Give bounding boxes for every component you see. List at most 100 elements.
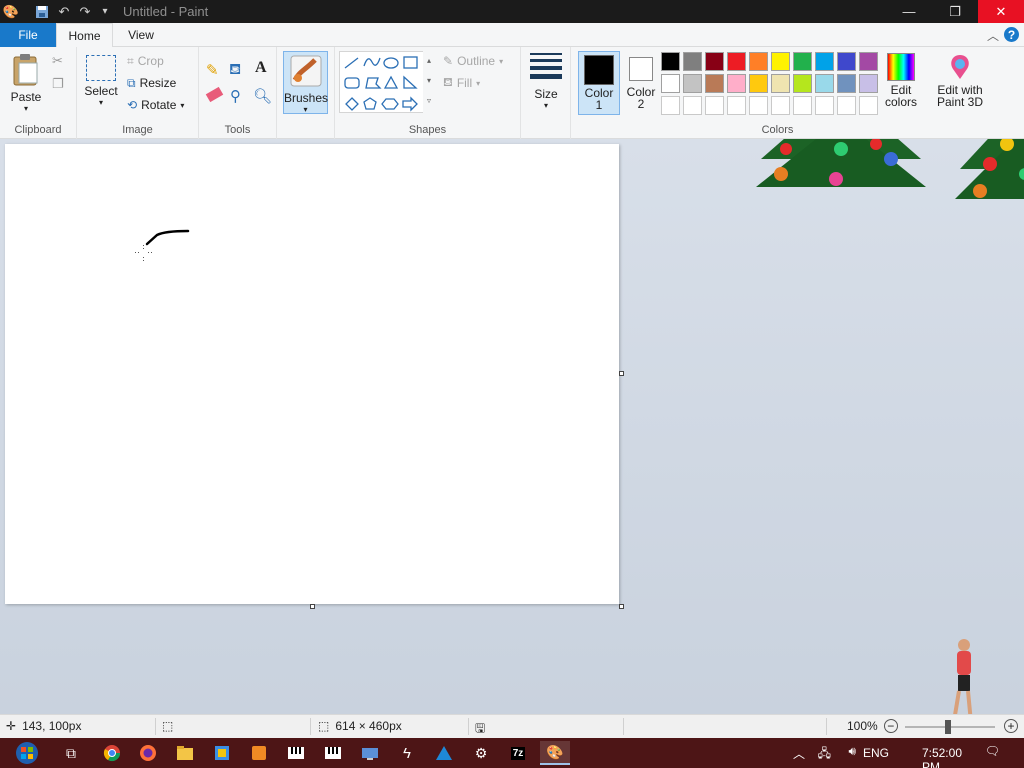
crop-button[interactable]: ⌗ Crop [127, 51, 164, 71]
resize-handle-bottom[interactable] [310, 604, 315, 609]
paint-app-icon[interactable]: 🎨 [2, 3, 20, 20]
shapes-scroll[interactable]: ▴ ▾ ▿ [423, 51, 435, 113]
palette-swatch[interactable] [683, 52, 702, 71]
palette-swatch[interactable] [705, 74, 724, 93]
file-explorer-icon[interactable] [170, 741, 200, 765]
show-hidden-icons-icon[interactable]: ︿ [793, 745, 805, 762]
paint-taskbar-icon[interactable]: 🎨 [540, 741, 570, 765]
pencil-icon[interactable]: ✎ [206, 61, 219, 79]
maximize-button[interactable]: ❐ [932, 0, 978, 23]
network-app-icon[interactable] [355, 741, 385, 765]
tab-view[interactable]: View [118, 23, 164, 47]
triangle-shape-icon [383, 75, 399, 89]
drawing-canvas[interactable] [5, 144, 619, 604]
palette-swatch[interactable] [815, 74, 834, 93]
cursor-position-text: 143, 100px [22, 719, 82, 733]
7zip-icon[interactable]: 7z [503, 741, 533, 765]
edit-colors-button[interactable]: Edit colors [881, 51, 921, 108]
zoom-in-button[interactable]: + [1004, 719, 1018, 733]
size-button[interactable]: Size ▾ [526, 53, 566, 110]
brushes-button[interactable]: Brushes ▾ [283, 51, 328, 114]
palette-swatch[interactable] [749, 52, 768, 71]
palette-swatch[interactable] [793, 74, 812, 93]
resize-handle-corner[interactable] [619, 604, 624, 609]
edit-with-paint3d-button[interactable]: Edit with Paint 3D [931, 51, 989, 108]
piano-icon[interactable] [281, 741, 311, 765]
text-tool-icon[interactable]: A [255, 59, 267, 77]
triangle-app-icon[interactable] [429, 741, 459, 765]
volume-icon[interactable]: 🔊︎ [848, 744, 856, 759]
zoom-slider-thumb[interactable] [945, 720, 951, 734]
palette-swatch[interactable] [837, 52, 856, 71]
palette-swatch-empty[interactable] [771, 96, 790, 115]
palette-swatch[interactable] [815, 52, 834, 71]
palette-swatch[interactable] [837, 74, 856, 93]
start-button[interactable] [10, 741, 44, 765]
palette-swatch[interactable] [661, 74, 680, 93]
help-icon[interactable]: ? [1004, 27, 1019, 42]
palette-swatch-empty[interactable] [749, 96, 768, 115]
clock[interactable]: 7:52:00 PM [922, 746, 962, 768]
palette-swatch[interactable] [771, 74, 790, 93]
palette-swatch[interactable] [859, 52, 878, 71]
cut-icon[interactable]: ✂ [52, 53, 63, 69]
palette-swatch[interactable] [683, 74, 702, 93]
close-button[interactable]: ✕ [978, 0, 1024, 23]
eraser-icon[interactable] [205, 86, 224, 103]
palette-swatch-empty[interactable] [661, 96, 680, 115]
paste-button[interactable]: Paste ▾ [6, 53, 46, 113]
minimize-button[interactable]: — [886, 0, 932, 23]
settings-gear-icon[interactable]: ⚙ [466, 741, 496, 765]
palette-swatch-empty[interactable] [859, 96, 878, 115]
resize-button[interactable]: ⧉ Resize [127, 73, 176, 93]
status-bar: ✛ 143, 100px ⬚ ⬚ 614 × 460px 🖫 100% − + [0, 714, 1024, 738]
resize-handle-right[interactable] [619, 371, 624, 376]
palette-swatch-empty[interactable] [793, 96, 812, 115]
lightning-app-icon[interactable]: ϟ [392, 741, 422, 765]
color1-button[interactable]: Color 1 [578, 51, 620, 115]
line-shape-icon [344, 57, 359, 69]
color-picker-icon[interactable]: ⚲ [230, 87, 241, 105]
tab-home[interactable]: Home [56, 23, 113, 48]
save-icon[interactable] [33, 3, 51, 20]
palette-swatch[interactable] [705, 52, 724, 71]
language-indicator[interactable]: ENG [863, 746, 889, 760]
control-panel-icon[interactable] [207, 741, 237, 765]
palette-swatch-empty[interactable] [727, 96, 746, 115]
customize-quick-access-icon[interactable]: ▾ [96, 3, 114, 20]
tab-file[interactable]: File [0, 23, 56, 47]
palette-swatch[interactable] [859, 74, 878, 93]
fill-bucket-icon[interactable]: ⛾ [229, 61, 241, 80]
canvas-size-text: 614 × 460px [335, 719, 402, 733]
firefox-icon[interactable] [133, 741, 163, 765]
palette-swatch[interactable] [661, 52, 680, 71]
fill-button[interactable]: ⛾ Fill ▾ [443, 73, 480, 93]
piano-icon-2[interactable] [318, 741, 348, 765]
network-icon[interactable]: 🖧 [818, 744, 831, 765]
palette-swatch-empty[interactable] [705, 96, 724, 115]
palette-swatch[interactable] [793, 52, 812, 71]
palette-swatch[interactable] [771, 52, 790, 71]
action-center-icon[interactable]: 🗨 [985, 744, 1000, 758]
zoom-out-button[interactable]: − [883, 719, 898, 733]
magnifier-icon[interactable]: 🔍︎ [253, 87, 272, 105]
palette-swatch[interactable] [727, 74, 746, 93]
outline-button[interactable]: ✎ Outline ▾ [443, 51, 503, 71]
redo-icon[interactable]: ↷ [76, 3, 94, 20]
collapse-ribbon-icon[interactable]: ︿ [985, 27, 1001, 43]
shapes-gallery [339, 51, 435, 113]
palette-swatch-empty[interactable] [815, 96, 834, 115]
color2-button[interactable]: Color 2 [622, 51, 660, 115]
select-button[interactable]: Select ▾ [83, 55, 119, 107]
copy-icon[interactable]: ❐ [52, 76, 64, 92]
palette-swatch-empty[interactable] [683, 96, 702, 115]
palette-swatch-empty[interactable] [837, 96, 856, 115]
chrome-icon[interactable] [97, 741, 127, 765]
fill-dropdown-icon: ▾ [476, 78, 481, 88]
app-orange-icon[interactable] [244, 741, 274, 765]
undo-icon[interactable]: ↶ [55, 3, 73, 20]
palette-swatch[interactable] [727, 52, 746, 71]
task-view-icon[interactable]: ⧉ [56, 741, 86, 765]
palette-swatch[interactable] [749, 74, 768, 93]
rotate-button[interactable]: ⟲ Rotate ▾ [127, 95, 184, 115]
